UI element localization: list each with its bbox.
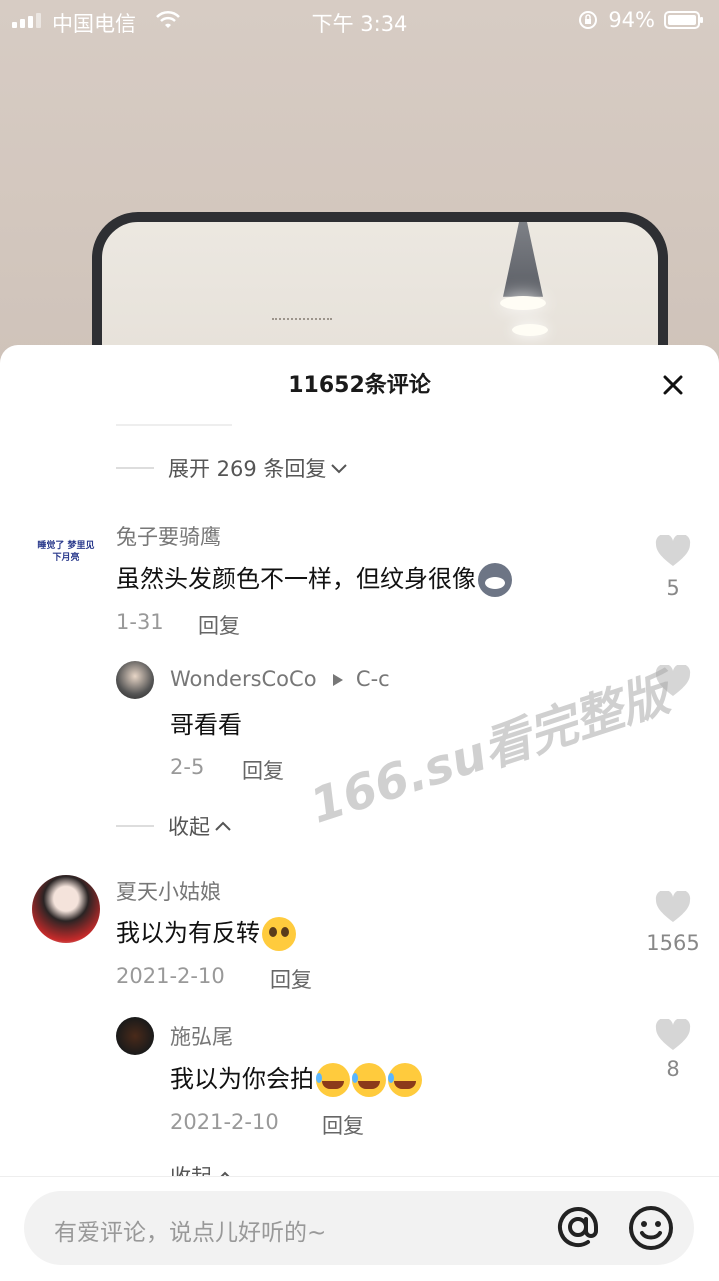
close-icon[interactable]	[657, 369, 689, 401]
comment-input-placeholder: 有爱评论，说点儿好听的~	[54, 1220, 327, 1246]
collapse-label: 收起	[168, 815, 210, 839]
mirror-frame	[92, 212, 668, 360]
laughing-crying-emoji-icon	[352, 1063, 386, 1097]
battery-icon	[664, 11, 703, 29]
wolf-emoji-icon	[478, 563, 512, 597]
lamp-reflection	[512, 324, 548, 336]
comment-input-bar: 有爱评论，说点儿好听的~	[0, 1176, 719, 1281]
chevron-down-icon	[331, 464, 348, 474]
reply-text: 哥看看	[170, 711, 242, 739]
play-icon	[333, 674, 344, 686]
comment-date: 2021-2-10	[116, 964, 225, 988]
like-count: 8	[666, 1057, 680, 1081]
reply-body: 我以为你会拍	[170, 1065, 314, 1093]
reply-username-row: WondersCoCo C-c	[170, 667, 390, 691]
reply-button[interactable]: 回复	[242, 755, 284, 785]
avatar-text-image: 睡觉了 梦里见 下月亮	[37, 541, 95, 563]
reply-date: 2-5	[170, 755, 205, 779]
orientation-lock-icon	[579, 11, 597, 29]
heart-icon[interactable]	[655, 891, 691, 923]
reply-to-username[interactable]: C-c	[356, 667, 390, 691]
comment-body: 虽然头发颜色不一样，但纹身很像	[116, 565, 476, 593]
comment-username[interactable]: 兔子要骑鹰	[116, 521, 221, 551]
comment-body: 我以为有反转	[116, 919, 260, 947]
pleading-face-emoji-icon	[262, 917, 296, 951]
expand-replies-button[interactable]: 展开 269 条回复	[116, 453, 348, 483]
comment-date: 1-31	[116, 610, 164, 634]
comment-username[interactable]: 夏天小姑娘	[116, 876, 221, 906]
status-bar: 中国电信 下午 3:34 94%	[0, 0, 719, 40]
like-count: 1565	[646, 931, 700, 955]
divider-dash	[116, 467, 154, 469]
reply-button[interactable]: 回复	[270, 964, 312, 994]
avatar[interactable]	[32, 875, 100, 943]
collapse-replies-button[interactable]: 收起	[116, 811, 232, 841]
divider-dash	[116, 825, 154, 827]
laughing-crying-emoji-icon	[316, 1063, 350, 1097]
comments-count-title: 11652条评论	[288, 373, 431, 398]
battery-percent: 94%	[608, 8, 655, 32]
like-count: 5	[666, 576, 680, 600]
heart-icon[interactable]	[655, 1019, 691, 1051]
reply-text: 我以为你会拍	[170, 1059, 422, 1097]
reply-button[interactable]: 回复	[198, 610, 240, 640]
chevron-up-icon	[215, 821, 231, 831]
laughing-crying-emoji-icon	[388, 1063, 422, 1097]
at-icon[interactable]	[554, 1203, 602, 1251]
avatar[interactable]: 睡觉了 梦里见 下月亮	[32, 522, 100, 590]
reply-button[interactable]: 回复	[322, 1110, 364, 1140]
reply-date: 2021-2-10	[170, 1110, 279, 1134]
divider	[116, 424, 232, 426]
emoji-icon[interactable]	[628, 1205, 674, 1251]
comment-text: 虽然头发颜色不一样，但纹身很像	[116, 559, 512, 597]
comment-text: 我以为有反转	[116, 913, 296, 951]
heart-icon[interactable]	[655, 535, 691, 567]
lamp-bulb	[500, 296, 546, 310]
ceiling-vent	[272, 318, 332, 323]
comment-input[interactable]: 有爱评论，说点儿好听的~	[24, 1191, 694, 1265]
reply-username[interactable]: 施弘尾	[170, 1021, 233, 1051]
video-background[interactable]	[0, 0, 719, 360]
expand-replies-label: 展开 269 条回复	[168, 457, 327, 481]
reply-username[interactable]: WondersCoCo	[170, 667, 317, 691]
avatar[interactable]	[116, 1017, 154, 1055]
avatar[interactable]	[116, 661, 154, 699]
